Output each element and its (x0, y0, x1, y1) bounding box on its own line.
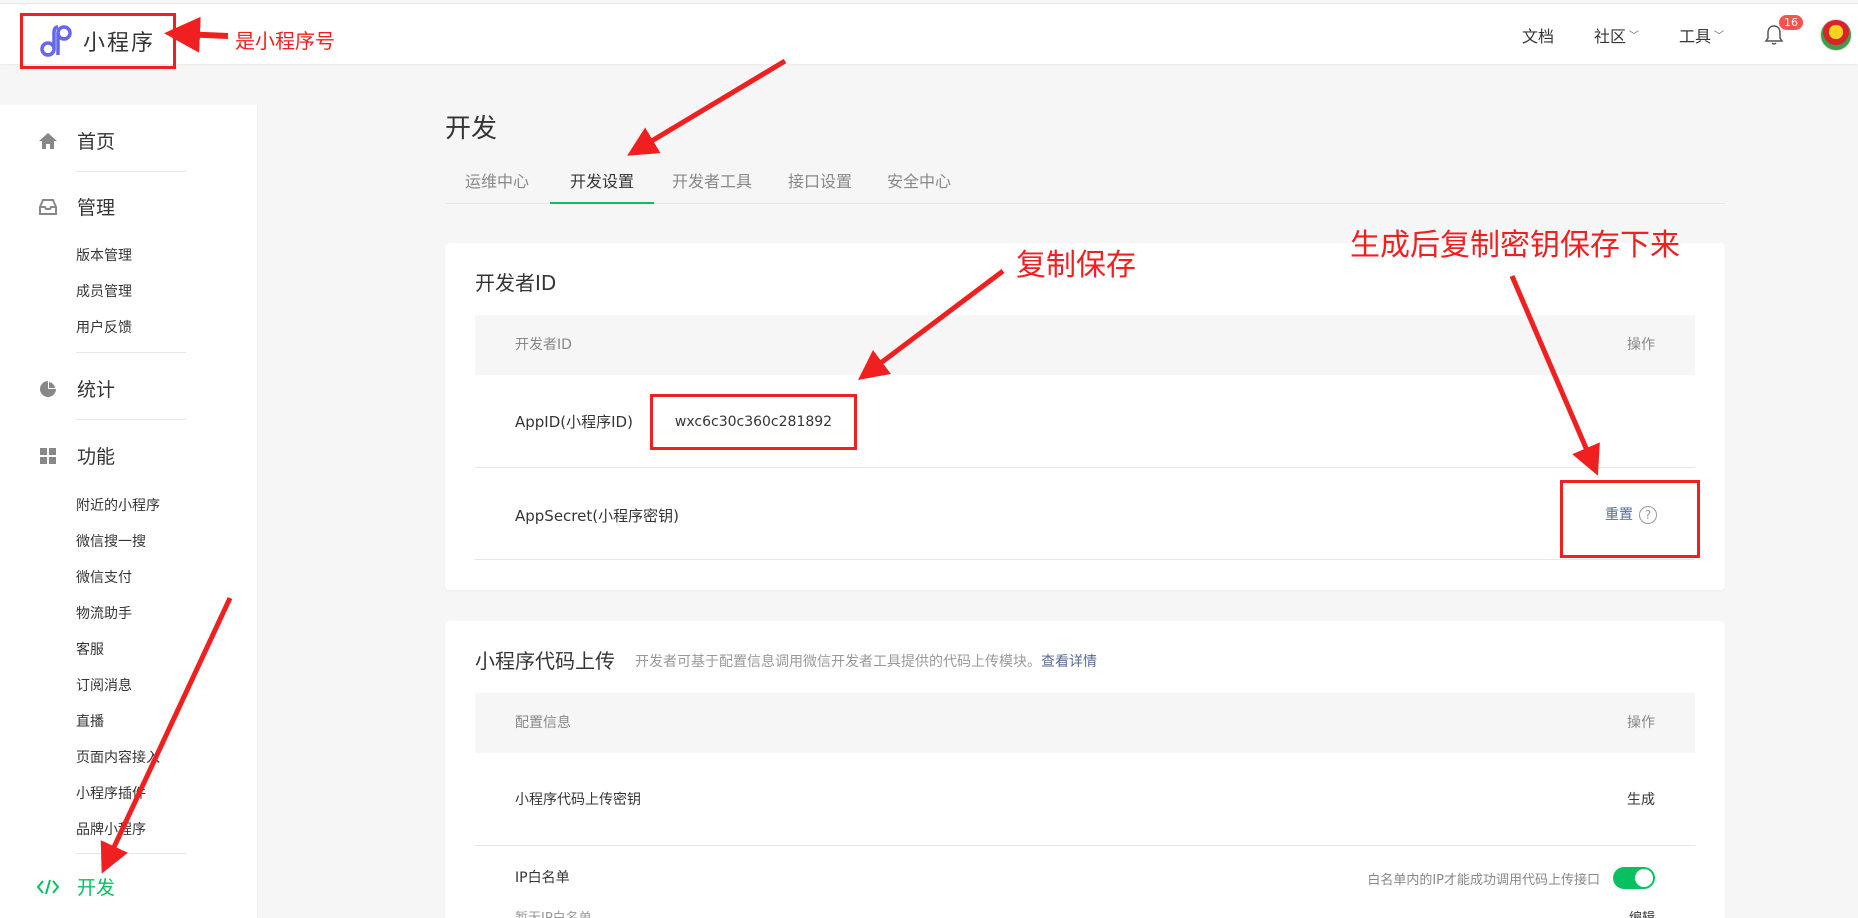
notification-button[interactable]: 16 (1764, 13, 1804, 46)
community-menu-label: 社区 (1593, 26, 1626, 46)
sidebar-item-nearby[interactable]: 附近的小程序 (76, 495, 160, 515)
card-description: 开发者可基于配置信息调用微信开发者工具提供的代码上传模块。查看详情 (635, 651, 1097, 671)
sidebar-item-logistics[interactable]: 物流助手 (76, 603, 132, 623)
page-title: 开发 (445, 114, 498, 144)
card-description-text: 开发者可基于配置信息调用微信开发者工具提供的代码上传模块。 (635, 654, 1041, 670)
logo[interactable]: 小程序 (20, 13, 176, 69)
sidebar-item-features-label: 功能 (77, 446, 116, 468)
divider (76, 853, 186, 854)
logo-text: 小程序 (83, 31, 156, 56)
appid-value-text: wxc6c30c360c281892 (674, 414, 833, 430)
mini-program-logo-icon (40, 25, 72, 57)
sidebar-item-version[interactable]: 版本管理 (76, 245, 132, 265)
sidebar-item-search[interactable]: 微信搜一搜 (76, 531, 146, 551)
column-header: 操作 (1627, 337, 1655, 353)
row-divider (475, 845, 1695, 846)
card-title: 开发者ID (475, 271, 557, 295)
sidebar-item-members[interactable]: 成员管理 (76, 281, 132, 301)
tab-dev-settings[interactable]: 开发设置 (550, 168, 655, 204)
sidebar-item-stats-label: 统计 (77, 379, 116, 401)
docs-link[interactable]: 文档 (1522, 23, 1554, 47)
divider (76, 419, 186, 420)
sidebar-item-subscribe[interactable]: 订阅消息 (76, 675, 132, 695)
sidebar: 首页 管理 版本管理 成员管理 用户反馈 统计 功能 附近的小程序 微信搜一搜 … (0, 105, 258, 918)
annotation-logo-note: 是小程序号 (235, 29, 335, 53)
reset-button[interactable]: 重置? (1605, 504, 1657, 524)
sidebar-item-manage-label: 管理 (77, 197, 116, 219)
sidebar-item-home[interactable]: 首页 (37, 127, 115, 154)
sidebar-item-develop[interactable]: 开发 (37, 873, 115, 900)
tab-dev-tools[interactable]: 开发者工具 (652, 168, 772, 204)
home-icon (37, 130, 59, 152)
code-upload-card: 小程序代码上传 开发者可基于配置信息调用微信开发者工具提供的代码上传模块。查看详… (445, 621, 1725, 918)
upload-key-label: 小程序代码上传密钥 (515, 792, 641, 808)
sidebar-item-brand[interactable]: 品牌小程序 (76, 819, 146, 839)
pie-chart-icon (37, 378, 59, 400)
code-icon (37, 876, 59, 898)
sidebar-item-pay[interactable]: 微信支付 (76, 567, 132, 587)
sidebar-item-home-label: 首页 (77, 131, 116, 153)
ip-whitelist-toggle[interactable] (1613, 867, 1655, 889)
tab-bar: 运维中心 开发设置 开发者工具 接口设置 安全中心 (445, 168, 1725, 204)
tools-menu[interactable]: 工具 ﹀ (1679, 23, 1724, 47)
sidebar-item-develop-label: 开发 (77, 877, 116, 899)
chevron-down-icon: ﹀ (1628, 31, 1639, 42)
divider (76, 352, 186, 353)
generate-button[interactable]: 生成 (1627, 789, 1655, 809)
chevron-down-icon: ﹀ (1714, 31, 1724, 42)
reset-link[interactable]: 重置 (1605, 507, 1633, 523)
ip-whitelist-empty: 暂无IP白名单 (515, 907, 592, 918)
appsecret-label: AppSecret(小程序密钥) (515, 507, 679, 525)
avatar[interactable] (1820, 18, 1852, 51)
tab-ops-center[interactable]: 运维中心 (445, 168, 549, 204)
row-divider (475, 467, 1695, 468)
docs-link-label: 文档 (1521, 26, 1554, 46)
table-header: 配置信息 操作 (475, 693, 1695, 753)
divider (76, 171, 186, 172)
annotation-secret-note: 生成后复制密钥保存下来 (1350, 228, 1680, 263)
sidebar-item-page-content[interactable]: 页面内容接入 (76, 747, 160, 767)
inbox-icon (37, 196, 59, 218)
edit-whitelist-button[interactable]: 编辑 (1629, 907, 1655, 918)
tab-security-center[interactable]: 安全中心 (867, 168, 971, 204)
sidebar-item-feedback[interactable]: 用户反馈 (76, 317, 132, 337)
grid-icon (37, 445, 59, 467)
column-header: 操作 (1627, 715, 1655, 731)
sidebar-item-service[interactable]: 客服 (76, 639, 104, 659)
sidebar-item-stats[interactable]: 统计 (37, 375, 115, 402)
row-divider (475, 559, 1695, 560)
card-title: 小程序代码上传 (475, 649, 615, 673)
sidebar-item-manage[interactable]: 管理 (37, 193, 115, 220)
ip-whitelist-label: IP白名单 (515, 870, 570, 886)
view-details-link[interactable]: 查看详情 (1041, 654, 1097, 670)
help-icon[interactable]: ? (1639, 506, 1657, 524)
table-header: 开发者ID 操作 (475, 315, 1695, 375)
arrow-to-dev-tab (627, 58, 787, 156)
developer-id-card: 开发者ID 开发者ID 操作 AppID(小程序ID) wxc6c30c360c… (445, 243, 1725, 590)
sidebar-item-live[interactable]: 直播 (76, 711, 104, 731)
appid-value[interactable]: wxc6c30c360c281892 (650, 394, 857, 450)
tab-api-settings[interactable]: 接口设置 (768, 168, 872, 204)
tools-menu-label: 工具 (1678, 26, 1711, 46)
column-header: 开发者ID (515, 337, 572, 353)
community-menu[interactable]: 社区 ﹀ (1594, 23, 1639, 47)
sidebar-item-plugins[interactable]: 小程序插件 (76, 783, 146, 803)
column-header: 配置信息 (515, 715, 571, 731)
notification-badge: 16 (1778, 13, 1804, 31)
top-links: 文档 社区 ﹀ 工具 ﹀ 16 (1522, 4, 1858, 65)
ip-whitelist-hint: 白名单内的IP才能成功调用代码上传接口 (1367, 873, 1600, 888)
annotation-copy-note: 复制保存 (1016, 248, 1136, 283)
appid-label: AppID(小程序ID) (515, 413, 633, 431)
sidebar-item-features[interactable]: 功能 (37, 442, 115, 469)
